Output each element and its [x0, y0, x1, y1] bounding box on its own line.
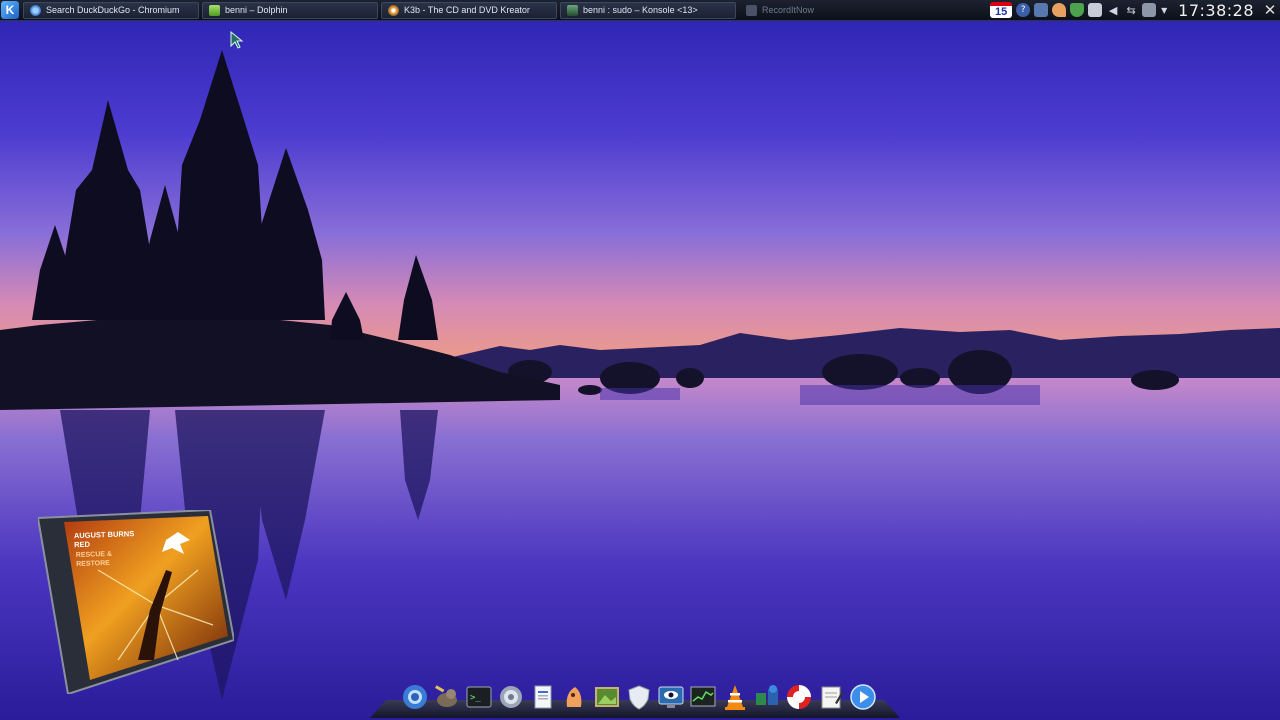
- cd-album-title: RESCUE & RESTORE: [75, 550, 113, 569]
- task-dolphin[interactable]: benni – Dolphin: [202, 1, 378, 19]
- kde-k-icon[interactable]: K: [1, 1, 19, 19]
- system-tray: 15 ? ◀ ⇆ ▼ 17:38:28 ✕: [990, 0, 1280, 20]
- help-icon[interactable]: ?: [1016, 3, 1031, 17]
- text-editor-icon[interactable]: [816, 683, 845, 712]
- top-panel: K Search DuckDuckGo - Chromium benni – D…: [0, 0, 1280, 21]
- close-icon[interactable]: ✕: [1262, 1, 1278, 19]
- task-recorditnow[interactable]: RecordItNow: [739, 2, 915, 19]
- svg-text:>_: >_: [470, 693, 481, 703]
- vlc-icon[interactable]: [720, 683, 749, 712]
- task-label: benni – Dolphin: [225, 5, 288, 15]
- display-icon[interactable]: [1034, 3, 1049, 17]
- dock: >_: [400, 680, 877, 714]
- calendar-icon[interactable]: 15: [990, 2, 1013, 18]
- device-notifier-icon[interactable]: [1142, 3, 1157, 17]
- system-monitor-icon[interactable]: [688, 683, 717, 712]
- clock[interactable]: 17:38:28: [1178, 1, 1254, 20]
- task-konsole[interactable]: benni : sudo – Konsole <13>: [560, 1, 736, 19]
- terminal-icon[interactable]: >_: [464, 683, 493, 712]
- gimp-icon[interactable]: [432, 683, 461, 712]
- help-lifebuoy-icon[interactable]: [784, 683, 813, 712]
- network-icon[interactable]: ⇆: [1124, 3, 1138, 17]
- chromium-icon[interactable]: [400, 683, 429, 712]
- dolphin-icon: [209, 4, 220, 16]
- chromium-icon: [30, 4, 41, 16]
- cd-cover-widget[interactable]: AUGUST BURNS RED RESCUE & RESTORE: [36, 508, 236, 696]
- task-k3b[interactable]: K3b - The CD and DVD Kreator: [381, 1, 557, 19]
- mouse-cursor-icon: [230, 30, 244, 53]
- taskbar: Search DuckDuckGo - Chromium benni – Dol…: [23, 1, 918, 20]
- settings-gear-icon[interactable]: [496, 683, 525, 712]
- task-label: Search DuckDuckGo - Chromium: [46, 5, 180, 15]
- document-icon[interactable]: [528, 683, 557, 712]
- task-label: K3b - The CD and DVD Kreator: [404, 5, 530, 15]
- kopete-icon[interactable]: [560, 683, 589, 712]
- task-label: benni : sudo – Konsole <13>: [583, 5, 698, 15]
- task-chromium[interactable]: Search DuckDuckGo - Chromium: [23, 1, 199, 19]
- volume-icon[interactable]: ◀: [1106, 3, 1120, 17]
- cd-band-title: AUGUST BURNS RED: [73, 529, 135, 550]
- clipboard-icon[interactable]: [1088, 3, 1103, 17]
- task-label: RecordItNow: [762, 5, 815, 15]
- image-viewer-icon[interactable]: [592, 683, 621, 712]
- shield-icon[interactable]: [1070, 3, 1085, 17]
- kopete-icon[interactable]: [1052, 3, 1067, 17]
- k3b-icon: [388, 4, 399, 16]
- security-shield-icon[interactable]: [624, 683, 653, 712]
- konsole-icon: [567, 4, 578, 16]
- media-player-icon[interactable]: [848, 683, 877, 712]
- chevron-down-icon[interactable]: ▼: [1160, 3, 1168, 17]
- remote-desktop-icon[interactable]: [656, 683, 685, 712]
- network-manager-icon[interactable]: [752, 683, 781, 712]
- recorditnow-icon: [746, 4, 757, 16]
